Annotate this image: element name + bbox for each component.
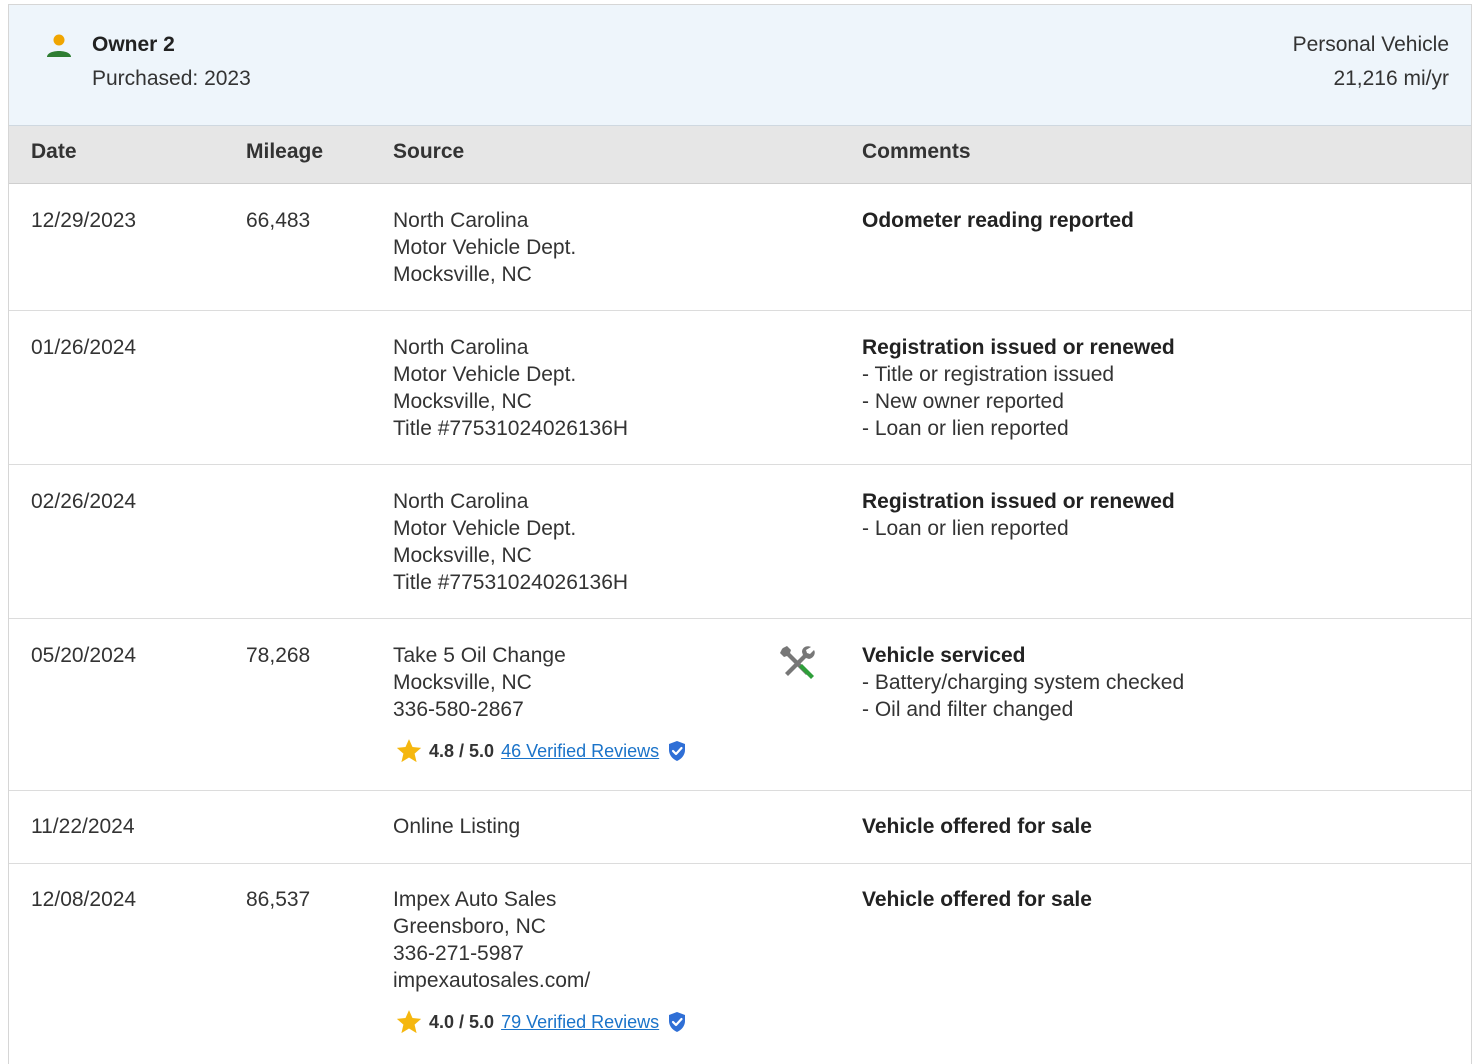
owner-name: Owner 2 (92, 33, 175, 56)
comment-item: - Oil and filter changed (862, 698, 1074, 721)
source-line: impexautosales.com/ (393, 969, 591, 992)
record-source: North Carolina Motor Vehicle Dept. Mocks… (393, 207, 576, 288)
comment-title: Registration issued or renewed (862, 336, 1175, 359)
comment-title: Registration issued or renewed (862, 490, 1175, 513)
table-row: 01/26/2024 North Carolina Motor Vehicle … (9, 311, 1471, 465)
record-comments: Vehicle serviced - Battery/charging syst… (862, 642, 1184, 723)
comment-item: - Title or registration issued (862, 363, 1115, 386)
source-line: 336-271-5987 (393, 942, 524, 965)
owner-header: Owner 2 Purchased: 2023 Personal Vehicle… (9, 5, 1471, 126)
record-comments: Registration issued or renewed - Title o… (862, 334, 1175, 442)
service-icon-cell (777, 643, 817, 690)
table-row: 12/29/2023 66,483 North Carolina Motor V… (9, 184, 1471, 311)
record-date: 01/26/2024 (31, 336, 137, 359)
record-date: 12/29/2023 (31, 209, 137, 232)
verified-reviews-link[interactable]: 79 Verified Reviews (501, 1009, 659, 1036)
table-row: 11/22/2024 Online Listing Vehicle offere… (9, 791, 1471, 864)
comment-item: - Loan or lien reported (862, 417, 1069, 440)
star-icon (396, 1010, 422, 1034)
star-icon (396, 739, 422, 763)
miles-per-year: 21,216 mi/yr (1333, 67, 1449, 90)
comment-item: - Loan or lien reported (862, 517, 1069, 540)
source-line: Motor Vehicle Dept. (393, 517, 577, 540)
column-date: Date (31, 140, 77, 163)
source-line: Impex Auto Sales (393, 888, 557, 911)
rating-value: 4.0 / 5.0 (429, 1011, 495, 1032)
service-tools-icon (780, 646, 815, 679)
source-line: Mocksville, NC (393, 671, 532, 694)
owner-history-card: Owner 2 Purchased: 2023 Personal Vehicle… (8, 4, 1472, 1064)
record-mileage: 86,537 (246, 888, 311, 911)
record-mileage: 78,268 (246, 644, 311, 667)
comment-title: Vehicle serviced (862, 644, 1026, 667)
source-line: Online Listing (393, 815, 521, 838)
source-line: North Carolina (393, 336, 529, 359)
source-line: Greensboro, NC (393, 915, 546, 938)
owner-purchased: Purchased: 2023 (92, 67, 251, 90)
source-line: Mocksville, NC (393, 263, 532, 286)
column-source: Source (393, 140, 465, 163)
record-comments: Odometer reading reported (862, 207, 1134, 234)
rating: 4.0 / 5.0 79 Verified Reviews (393, 1008, 687, 1036)
record-date: 12/08/2024 (31, 888, 137, 911)
table-row: 12/08/2024 86,537 Impex Auto Sales Green… (9, 864, 1471, 1064)
comment-item: - New owner reported (862, 390, 1064, 413)
table-row: 02/26/2024 North Carolina Motor Vehicle … (9, 465, 1471, 619)
source-line: Mocksville, NC (393, 390, 532, 413)
source-line: North Carolina (393, 209, 529, 232)
record-comments: Vehicle offered for sale (862, 813, 1092, 840)
rating: 4.8 / 5.0 46 Verified Reviews (393, 737, 687, 765)
comment-title: Odometer reading reported (862, 209, 1134, 232)
record-source: Take 5 Oil Change Mocksville, NC 336-580… (393, 642, 687, 765)
column-comments: Comments (862, 140, 971, 163)
source-line: Title #77531024026136H (393, 571, 629, 594)
record-comments: Vehicle offered for sale (862, 886, 1092, 913)
column-mileage: Mileage (246, 140, 324, 163)
source-line: Motor Vehicle Dept. (393, 236, 577, 259)
record-source: Online Listing (393, 813, 520, 840)
source-line: Title #77531024026136H (393, 417, 629, 440)
source-line: North Carolina (393, 490, 529, 513)
record-comments: Registration issued or renewed - Loan or… (862, 488, 1175, 542)
person-icon (47, 34, 71, 57)
table-row: 05/20/2024 78,268 Take 5 Oil Change Mock… (9, 619, 1471, 791)
record-mileage: 66,483 (246, 209, 311, 232)
record-source: Impex Auto Sales Greensboro, NC 336-271-… (393, 886, 687, 1036)
source-line: Take 5 Oil Change (393, 644, 566, 667)
rating-value: 4.8 / 5.0 (429, 740, 495, 761)
verified-reviews-link[interactable]: 46 Verified Reviews (501, 738, 659, 765)
comment-title: Vehicle offered for sale (862, 815, 1092, 838)
verified-shield-icon (669, 741, 686, 761)
source-line: Motor Vehicle Dept. (393, 363, 577, 386)
verified-shield-icon (669, 1012, 686, 1032)
record-source: North Carolina Motor Vehicle Dept. Mocks… (393, 334, 628, 442)
table-header: Date Mileage Source Comments (9, 126, 1471, 184)
comment-title: Vehicle offered for sale (862, 888, 1092, 911)
comment-item: - Battery/charging system checked (862, 671, 1185, 694)
vehicle-type: Personal Vehicle (1292, 33, 1449, 56)
record-date: 11/22/2024 (31, 815, 135, 838)
source-line: 336-580-2867 (393, 698, 524, 721)
record-date: 02/26/2024 (31, 490, 137, 513)
record-source: North Carolina Motor Vehicle Dept. Mocks… (393, 488, 628, 596)
record-date: 05/20/2024 (31, 644, 137, 667)
source-line: Mocksville, NC (393, 544, 532, 567)
